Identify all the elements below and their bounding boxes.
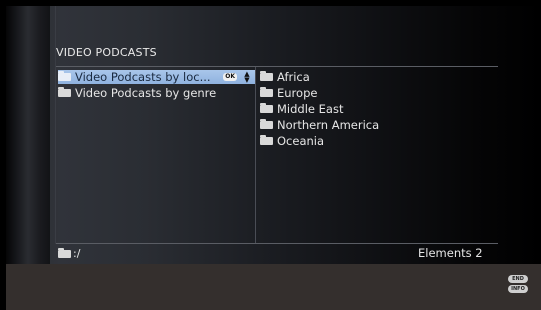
list-item-label: Oceania	[277, 134, 325, 148]
list-item-label: Video Podcasts by loc...	[75, 70, 211, 84]
list-item-middle-east[interactable]: Middle East	[260, 101, 498, 117]
list-item-label: Video Podcasts by genre	[75, 86, 217, 100]
region-list: Africa Europe Middle East Northern Ameri…	[260, 69, 498, 149]
ok-badge-icon: OK	[223, 73, 237, 81]
column-divider	[255, 67, 256, 243]
folder-icon	[58, 87, 71, 97]
list-item-label: Europe	[277, 86, 318, 100]
list-item-label: Middle East	[277, 102, 344, 116]
current-path: :/	[58, 247, 80, 260]
list-item-africa[interactable]: Africa	[260, 69, 498, 85]
left-shade-band	[6, 6, 50, 264]
folder-icon	[260, 103, 273, 113]
folder-icon	[58, 71, 71, 81]
list-item-label: Northern America	[277, 118, 380, 132]
screen: VIDEO PODCASTS Video Podcasts by loc... …	[6, 6, 541, 310]
folder-icon	[260, 71, 273, 81]
panel-left-border	[55, 6, 56, 244]
up-down-arrows-icon: ▲ ▼	[244, 70, 250, 84]
info-button[interactable]: INFO	[508, 285, 528, 293]
bottom-bar	[6, 264, 541, 310]
folder-icon	[260, 135, 273, 145]
list-item-oceania[interactable]: Oceania	[260, 133, 498, 149]
list-item-northern-america[interactable]: Northern America	[260, 117, 498, 133]
top-divider	[56, 66, 498, 67]
folder-icon	[58, 247, 71, 258]
end-button[interactable]: END	[508, 275, 528, 283]
elements-count: Elements 2	[418, 246, 483, 260]
list-item-by-location[interactable]: Video Podcasts by loc... OK ▲ ▼	[58, 70, 255, 84]
folder-icon	[260, 119, 273, 129]
bottom-divider	[56, 243, 498, 244]
list-item-label: Africa	[277, 70, 310, 84]
path-text: :/	[73, 247, 81, 260]
category-list: Video Podcasts by loc... OK ▲ ▼ Video Pod…	[58, 69, 255, 101]
list-item-by-genre[interactable]: Video Podcasts by genre	[58, 85, 255, 101]
list-item-europe[interactable]: Europe	[260, 85, 498, 101]
page-title: VIDEO PODCASTS	[56, 46, 157, 59]
folder-icon	[260, 87, 273, 97]
